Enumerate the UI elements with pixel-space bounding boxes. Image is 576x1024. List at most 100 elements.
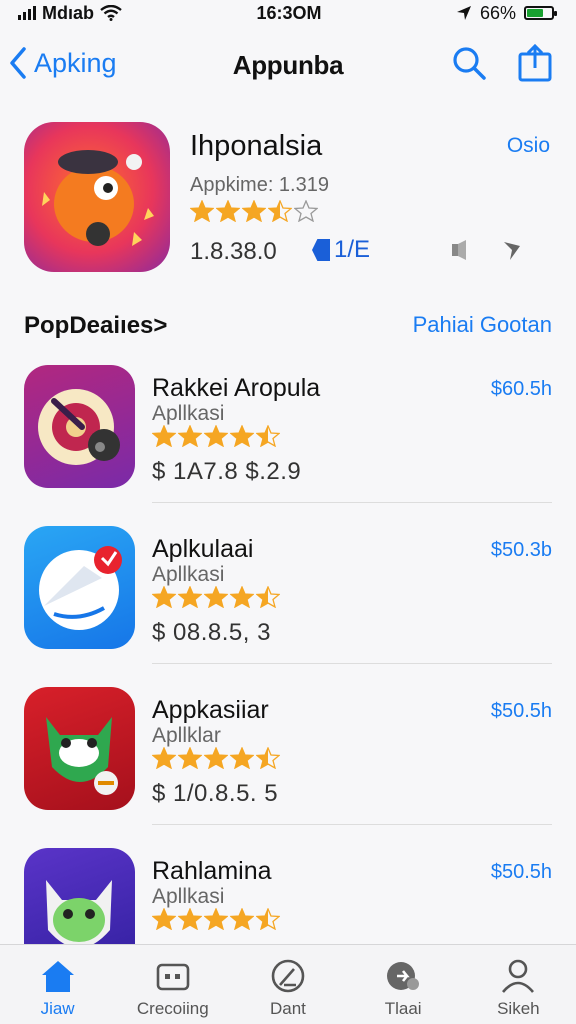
app-category: Apllkasi — [152, 885, 225, 908]
tab-profile[interactable]: Sikeh — [463, 945, 573, 1019]
app-price[interactable]: $60.5h — [491, 378, 552, 401]
tab-label: Tlaai — [384, 999, 422, 1018]
profile-icon — [499, 957, 537, 995]
star-icon — [190, 200, 214, 222]
featured-app-name: Ihponalsia — [190, 130, 323, 162]
status-left: Mdıab — [18, 3, 122, 24]
star-icon — [178, 586, 202, 608]
games-icon — [154, 957, 192, 995]
tab-label: Dant — [270, 999, 306, 1018]
app-price[interactable]: $50.3b — [491, 539, 552, 562]
featured-badge: 1/E — [312, 236, 370, 264]
list-item[interactable]: Appkasiiar Apllklar $ 1/0.8.5. 5 $50.5h — [0, 684, 576, 845]
tab-label: Crecoiing — [136, 999, 209, 1018]
tab-label: Jiaw — [40, 999, 75, 1018]
star-icon — [268, 200, 292, 222]
search-icon — [453, 47, 486, 80]
nav-bar: Apking Appunba — [0, 38, 576, 92]
tab-bar: Jiaw Crecoiing Dant Tlaai Sikeh — [0, 944, 576, 1024]
divider — [152, 824, 552, 825]
section-header: PopDeaiıes> Pahiai Gootan — [24, 308, 552, 339]
wifi-icon — [100, 5, 122, 21]
nav-actions — [450, 44, 554, 82]
star-icon — [294, 200, 318, 222]
share-icon — [518, 44, 552, 82]
star-icon — [178, 425, 202, 447]
app-name: Rahlamina — [152, 857, 272, 885]
app-category: Apllkasi — [152, 563, 225, 586]
battery-icon — [524, 6, 557, 20]
app-rating — [152, 586, 280, 608]
star-icon — [204, 586, 228, 608]
star-icon — [242, 200, 266, 222]
app-meta: $ 1A7.8 $.2.9 — [152, 458, 302, 485]
star-icon — [178, 908, 202, 930]
tab-updates[interactable]: Tlaai — [348, 945, 458, 1019]
app-rating — [152, 908, 280, 930]
divider — [152, 502, 552, 503]
list-item[interactable]: Rakkei Aropula Apllkasi $ 1A7.8 $.2.9 $6… — [0, 362, 576, 523]
star-icon — [204, 747, 228, 769]
search-button[interactable] — [450, 44, 488, 82]
featured-app-icon — [24, 122, 170, 272]
status-right: 66% — [456, 2, 557, 24]
app-rating — [152, 747, 280, 769]
app-category: Apllkasi — [152, 402, 225, 425]
app-price[interactable]: $50.5h — [491, 700, 552, 723]
clock: 16:3OM — [256, 2, 322, 23]
app-icon — [24, 526, 135, 649]
section-title: PopDeaiıes> — [24, 312, 168, 339]
star-icon — [230, 425, 254, 447]
star-icon — [204, 425, 228, 447]
battery-percent: 66% — [479, 2, 516, 23]
star-icon — [152, 586, 176, 608]
apps-icon — [269, 957, 307, 995]
app-icon — [24, 365, 135, 488]
tab-label: Sikeh — [497, 999, 540, 1018]
home-icon — [39, 957, 77, 995]
battery-fill — [527, 9, 543, 17]
updates-icon — [384, 957, 422, 995]
signal-icon — [18, 6, 36, 20]
star-icon — [204, 908, 228, 930]
star-icon — [256, 908, 280, 930]
app-meta: $ 1/0.8.5. 5 — [152, 780, 279, 807]
list-item[interactable]: Aplkulaai Apllkasi $ 08.8.5, 3 $50.3b — [0, 523, 576, 684]
app-meta: $ 08.8.5, 3 — [152, 619, 271, 646]
star-icon — [230, 747, 254, 769]
star-icon — [256, 747, 280, 769]
featured-action-button[interactable]: Osio — [507, 134, 550, 158]
tab-home[interactable]: Jiaw — [3, 945, 113, 1019]
tag-icon — [312, 239, 330, 261]
star-icon — [256, 425, 280, 447]
see-all-link[interactable]: Pahiai Gootan — [413, 312, 552, 338]
featured-badge-label: 1/E — [334, 236, 371, 263]
star-icon — [178, 747, 202, 769]
share-button[interactable] — [516, 44, 554, 82]
featured-app-size: 1.8.38.0 — [190, 238, 277, 265]
speaker-icon — [452, 240, 466, 260]
featured-app-subtitle: Appkime: 1.319 — [190, 174, 329, 196]
featured-rating — [190, 200, 318, 222]
tab-apps[interactable]: Dant — [233, 945, 343, 1019]
app-name: Aplkulaai — [152, 535, 254, 563]
app-name: Rakkei Aropula — [152, 374, 321, 402]
app-rating — [152, 425, 280, 447]
app-price[interactable]: $50.5h — [491, 861, 552, 884]
divider — [152, 663, 552, 664]
app-name: Appkasiiar — [152, 696, 269, 724]
star-icon — [152, 747, 176, 769]
location-icon — [456, 6, 471, 20]
app-category: Apllklar — [152, 724, 221, 747]
featured-app[interactable]: Ihponalsia Appkime: 1.319 1.8.38.0 1/E O… — [24, 122, 554, 274]
star-icon — [230, 908, 254, 930]
star-icon — [230, 586, 254, 608]
tab-games[interactable]: Crecoiing — [118, 945, 228, 1019]
app-list: Rakkei Aropula Apllkasi $ 1A7.8 $.2.9 $6… — [0, 362, 576, 1006]
app-icon — [24, 687, 135, 810]
carrier-label: Mdıab — [42, 2, 94, 23]
status-bar: Mdıab 16:3OM 66% — [0, 0, 576, 26]
star-icon — [152, 425, 176, 447]
star-icon — [216, 200, 240, 222]
star-icon — [152, 908, 176, 930]
